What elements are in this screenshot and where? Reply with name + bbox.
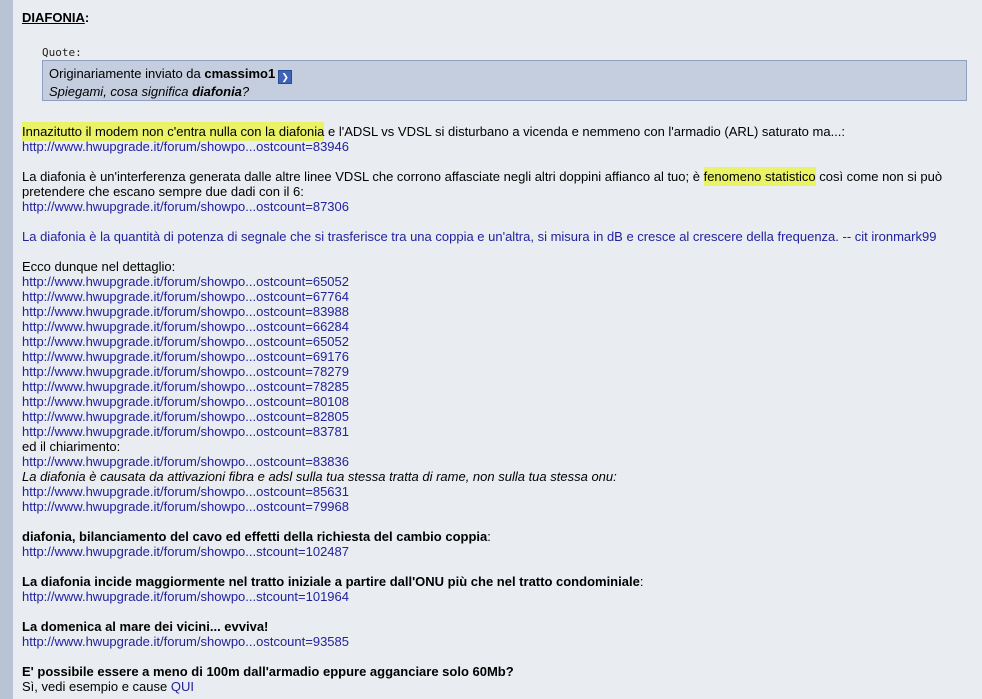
section-bilanciamento: diafonia, bilanciamento del cavo ed effe…	[22, 529, 491, 559]
post-title: DIAFONIA:	[22, 10, 90, 25]
details-heading: Ecco dunque nel dettaglio:	[22, 259, 176, 274]
section-heading: E' possibile essere a meno di 100m dall'…	[22, 664, 514, 679]
section-tratto-iniziale: La diafonia incide maggiormente nel trat…	[22, 574, 644, 604]
post-link[interactable]: http://www.hwupgrade.it/forum/showpo...o…	[22, 199, 349, 214]
left-border-bar	[0, 0, 13, 699]
section-heading: La domenica al mare dei vicini... evviva…	[22, 619, 269, 634]
detail-link[interactable]: http://www.hwupgrade.it/forum/showpo...o…	[22, 289, 349, 304]
section-link[interactable]: http://www.hwupgrade.it/forum/showpo...o…	[22, 634, 349, 649]
detail-link[interactable]: http://www.hwupgrade.it/forum/showpo...o…	[22, 394, 349, 409]
post-link[interactable]: http://www.hwupgrade.it/forum/showpo...o…	[22, 139, 349, 154]
details-section: Ecco dunque nel dettaglio: http://www.hw…	[22, 259, 617, 514]
quote-author: cmassimo1	[204, 66, 276, 81]
arrow-right-icon[interactable]: ❯	[278, 70, 293, 84]
detail-link[interactable]: http://www.hwupgrade.it/forum/showpo...o…	[22, 349, 349, 364]
section-link[interactable]: http://www.hwupgrade.it/forum/showpo...s…	[22, 544, 349, 559]
paragraph-modem: Innazitutto il modem non c'entra nulla c…	[22, 122, 846, 154]
note-link[interactable]: http://www.hwupgrade.it/forum/showpo...o…	[22, 484, 349, 499]
section-link[interactable]: http://www.hwupgrade.it/forum/showpo...s…	[22, 589, 349, 604]
detail-link[interactable]: http://www.hwupgrade.it/forum/showpo...o…	[22, 334, 349, 349]
detail-link[interactable]: http://www.hwupgrade.it/forum/showpo...o…	[22, 274, 349, 289]
detail-link[interactable]: http://www.hwupgrade.it/forum/showpo...o…	[22, 364, 349, 379]
detail-link[interactable]: http://www.hwupgrade.it/forum/showpo...o…	[22, 424, 349, 439]
detail-link[interactable]: http://www.hwupgrade.it/forum/showpo...o…	[22, 304, 349, 319]
detail-link[interactable]: http://www.hwupgrade.it/forum/showpo...o…	[22, 319, 349, 334]
quote-box: Originariamente inviato da cmassimo1 ❯ Sp…	[42, 60, 967, 101]
quote-attribution: Originariamente inviato da cmassimo1 ❯	[49, 66, 960, 84]
note-link[interactable]: http://www.hwupgrade.it/forum/showpo...o…	[22, 499, 349, 514]
section-100m: E' possibile essere a meno di 100m dall'…	[22, 664, 514, 694]
paragraph-diafonia-definition: La diafonia è un'interferenza generata d…	[22, 167, 943, 214]
qui-link[interactable]: QUI	[171, 679, 194, 694]
quote-label: Quote:	[42, 46, 82, 59]
paragraph-citation: La diafonia è la quantità di potenza di …	[22, 229, 937, 244]
detail-link[interactable]: http://www.hwupgrade.it/forum/showpo...o…	[22, 379, 349, 394]
section-heading: La diafonia incide maggiormente nel trat…	[22, 574, 640, 589]
detail-link[interactable]: http://www.hwupgrade.it/forum/showpo...o…	[22, 409, 349, 424]
section-heading: diafonia, bilanciamento del cavo ed effe…	[22, 529, 488, 544]
section-domenica: La domenica al mare dei vicini... evviva…	[22, 619, 349, 649]
italic-note: La diafonia è causata da attivazioni fib…	[22, 469, 617, 484]
chiarimento-link[interactable]: http://www.hwupgrade.it/forum/showpo...o…	[22, 454, 349, 469]
highlight-text: fenomeno statistico	[703, 167, 816, 186]
quote-text: Spiegami, cosa significa diafonia?	[49, 84, 250, 99]
chiarimento-label: ed il chiarimento:	[22, 439, 121, 454]
